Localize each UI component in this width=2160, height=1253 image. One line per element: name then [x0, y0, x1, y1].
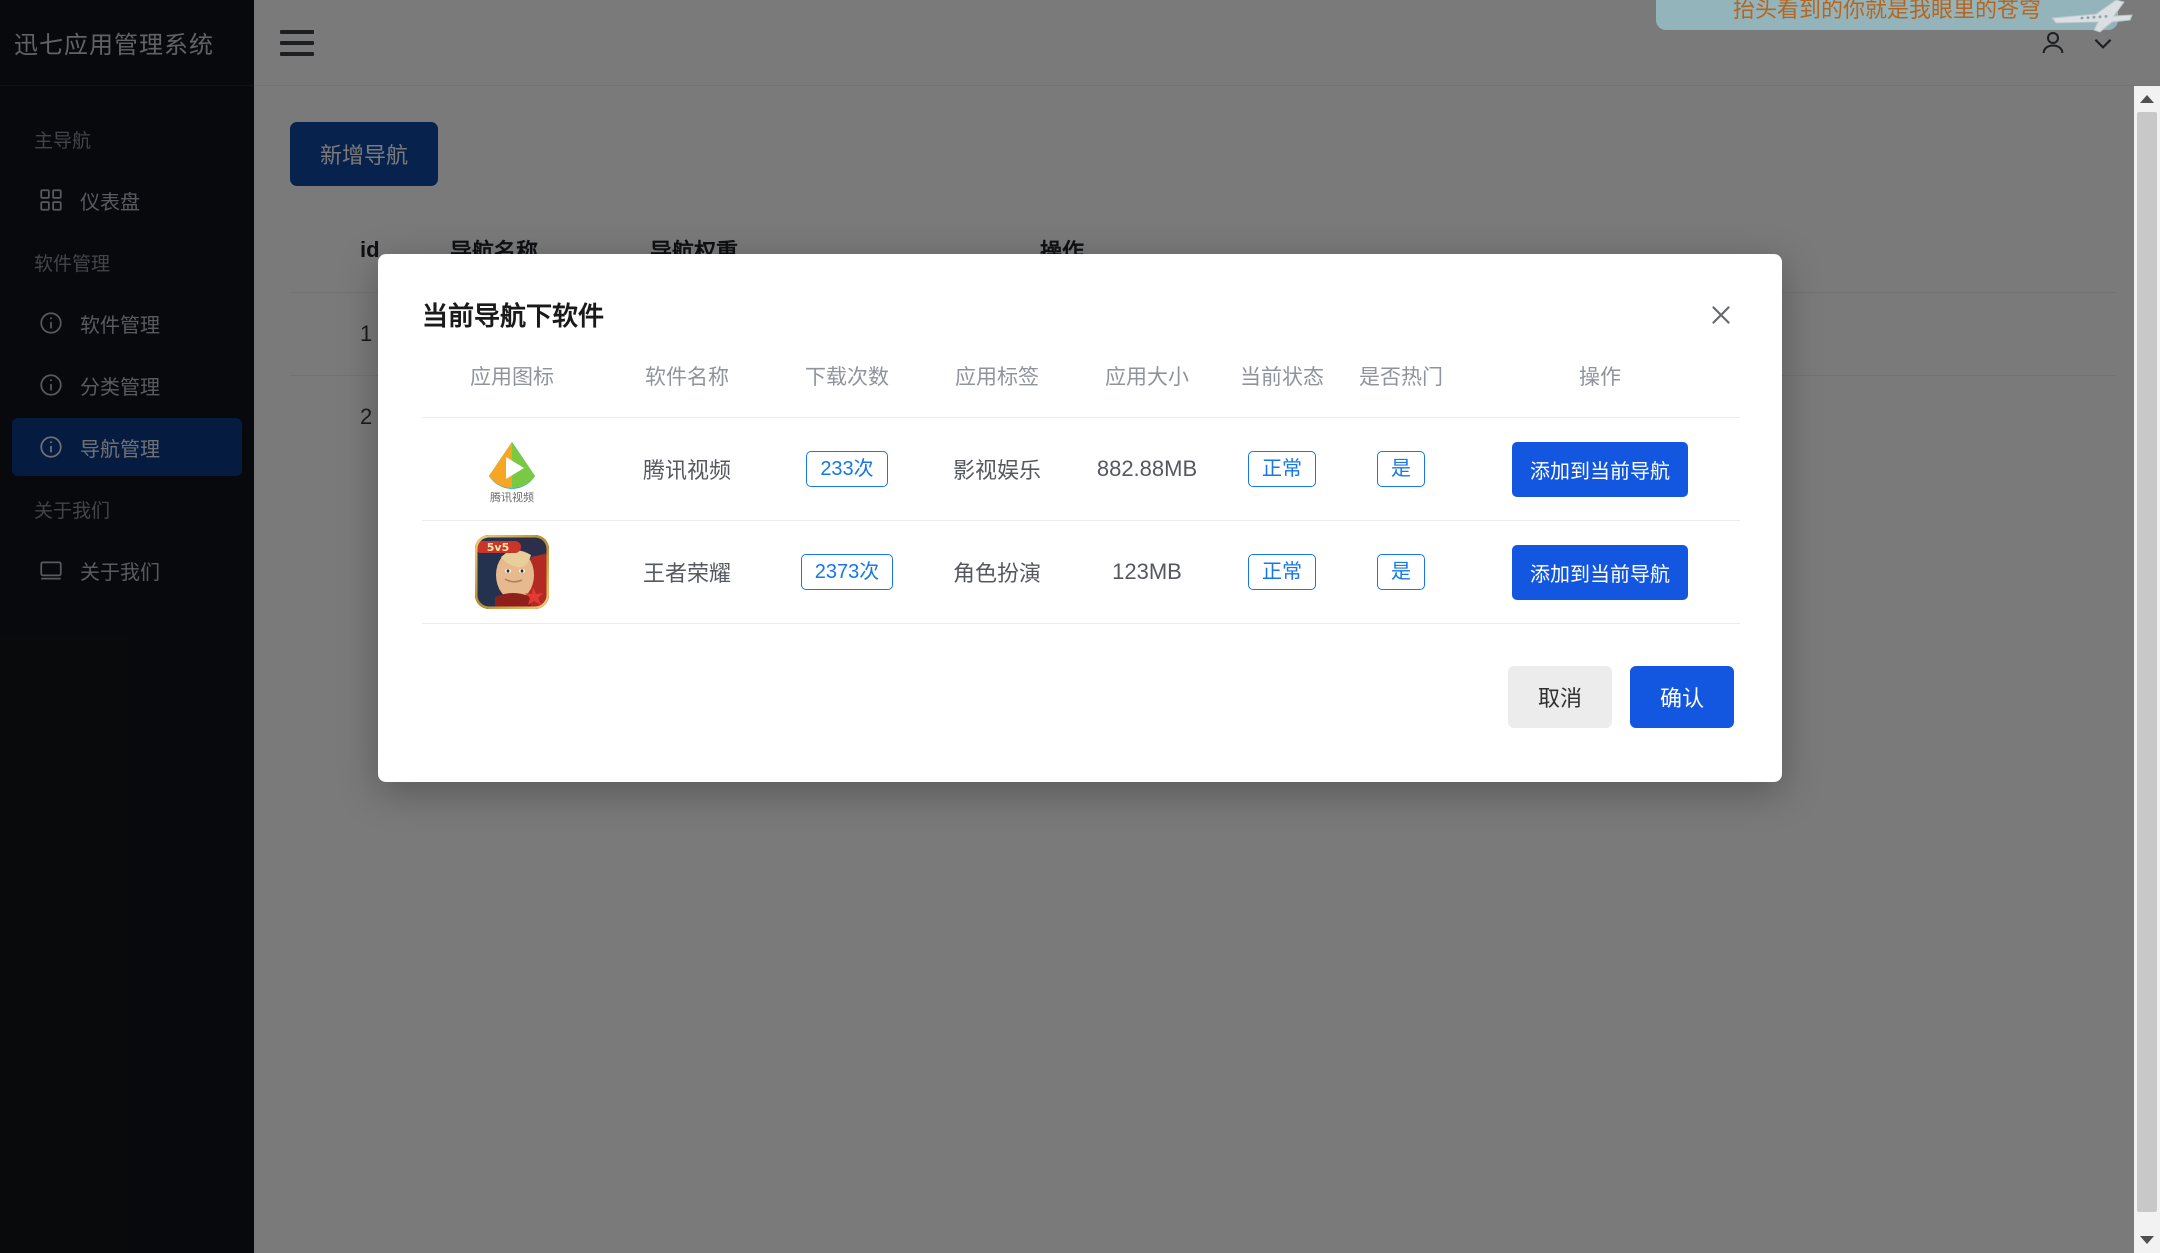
- column-header-downloads: 下载次数: [805, 366, 889, 389]
- status-badge[interactable]: 正常: [1248, 451, 1316, 487]
- add-to-navigation-button[interactable]: 添加到当前导航: [1512, 441, 1688, 497]
- notification-banner[interactable]: 抬头看到的你就是我眼里的苍穹: [1656, 0, 2133, 33]
- column-header-app-icon: 应用图标: [470, 366, 554, 389]
- cell-app-icon: 5v5: [422, 520, 602, 624]
- modal-header: 当前导航下软件: [378, 254, 1782, 351]
- downloads-badge[interactable]: 233次: [806, 451, 888, 487]
- hot-badge[interactable]: 是: [1377, 554, 1425, 590]
- confirm-button[interactable]: 确认: [1629, 666, 1734, 728]
- add-to-navigation-button[interactable]: 添加到当前导航: [1512, 544, 1688, 600]
- cell-app-icon: 腾讯视频: [422, 417, 602, 521]
- cell-app-tag: 影视娱乐: [922, 417, 1072, 521]
- cell-is-hot: 是: [1342, 520, 1460, 624]
- cell-app-size: 882.88MB: [1072, 417, 1222, 521]
- software-table: 应用图标 软件名称 下载次数 应用标签 应用大小 当前状态 是否热门 操作 腾讯…: [422, 351, 1740, 624]
- cancel-button[interactable]: 取消: [1507, 666, 1612, 728]
- cell-is-hot: 是: [1342, 417, 1460, 521]
- modal-title: 当前导航下软件: [422, 301, 605, 331]
- modal-body: 应用图标 软件名称 下载次数 应用标签 应用大小 当前状态 是否热门 操作 腾讯…: [378, 351, 1782, 624]
- notification-text: 抬头看到的你就是我眼里的苍穹: [1732, 0, 2041, 22]
- software-selection-modal: 当前导航下软件 应用图标 软件名称 下载次数 应用标签 应用大小 当前状态 是否…: [378, 254, 1782, 782]
- hot-badge[interactable]: 是: [1377, 451, 1425, 487]
- software-table-header-row: 应用图标 软件名称 下载次数 应用标签 应用大小 当前状态 是否热门 操作: [422, 351, 1740, 418]
- scroll-down-arrow-icon[interactable]: [2134, 1227, 2160, 1253]
- cell-status: 正常: [1222, 417, 1342, 521]
- column-header-status: 当前状态: [1240, 366, 1324, 389]
- app-root: 迅七应用管理系统 主导航 仪表盘 软件管理: [0, 0, 2160, 1253]
- column-header-actions: 操作: [1460, 351, 1740, 418]
- cell-downloads: 233次: [772, 417, 922, 521]
- status-badge[interactable]: 正常: [1248, 554, 1316, 590]
- svg-text:5v5: 5v5: [487, 541, 509, 554]
- software-table-body: 腾讯视频 腾讯视频 233次 影视娱乐 882.88MB 正常 是 添加到当前导…: [422, 417, 1740, 624]
- cell-status: 正常: [1222, 520, 1342, 624]
- cell-app-tag: 角色扮演: [922, 520, 1072, 624]
- cell-actions: 添加到当前导航: [1460, 417, 1740, 521]
- cell-software-name: 王者荣耀: [602, 520, 772, 624]
- close-icon[interactable]: [1704, 298, 1738, 332]
- cell-downloads: 2373次: [772, 520, 922, 624]
- column-header-app-tag: 应用标签: [955, 366, 1039, 389]
- column-header-is-hot: 是否热门: [1359, 366, 1443, 389]
- airplane-icon: [2046, 0, 2136, 34]
- scroll-up-arrow-icon[interactable]: [2134, 86, 2160, 112]
- page-scrollbar[interactable]: [2134, 86, 2160, 1253]
- modal-footer: 取消 确认: [378, 624, 1782, 782]
- cell-software-name: 腾讯视频: [602, 417, 772, 521]
- cell-actions: 添加到当前导航: [1460, 520, 1740, 624]
- column-header-software-name: 软件名称: [645, 366, 729, 389]
- scrollbar-thumb[interactable]: [2137, 112, 2157, 1212]
- downloads-badge[interactable]: 2373次: [800, 554, 894, 590]
- tencent-video-app-icon: 腾讯视频: [475, 432, 549, 506]
- cell-app-size: 123MB: [1072, 520, 1222, 624]
- svg-text:腾讯视频: 腾讯视频: [490, 490, 534, 504]
- software-table-head: 应用图标 软件名称 下载次数 应用标签 应用大小 当前状态 是否热门 操作: [422, 351, 1740, 418]
- table-row: 5v5 王者荣耀 2373次 角色扮演 123MB 正常 是 添加到当前导航: [422, 520, 1740, 624]
- honor-of-kings-app-icon: 5v5: [475, 535, 549, 609]
- table-row: 腾讯视频 腾讯视频 233次 影视娱乐 882.88MB 正常 是 添加到当前导…: [422, 417, 1740, 521]
- column-header-app-size: 应用大小: [1105, 366, 1189, 389]
